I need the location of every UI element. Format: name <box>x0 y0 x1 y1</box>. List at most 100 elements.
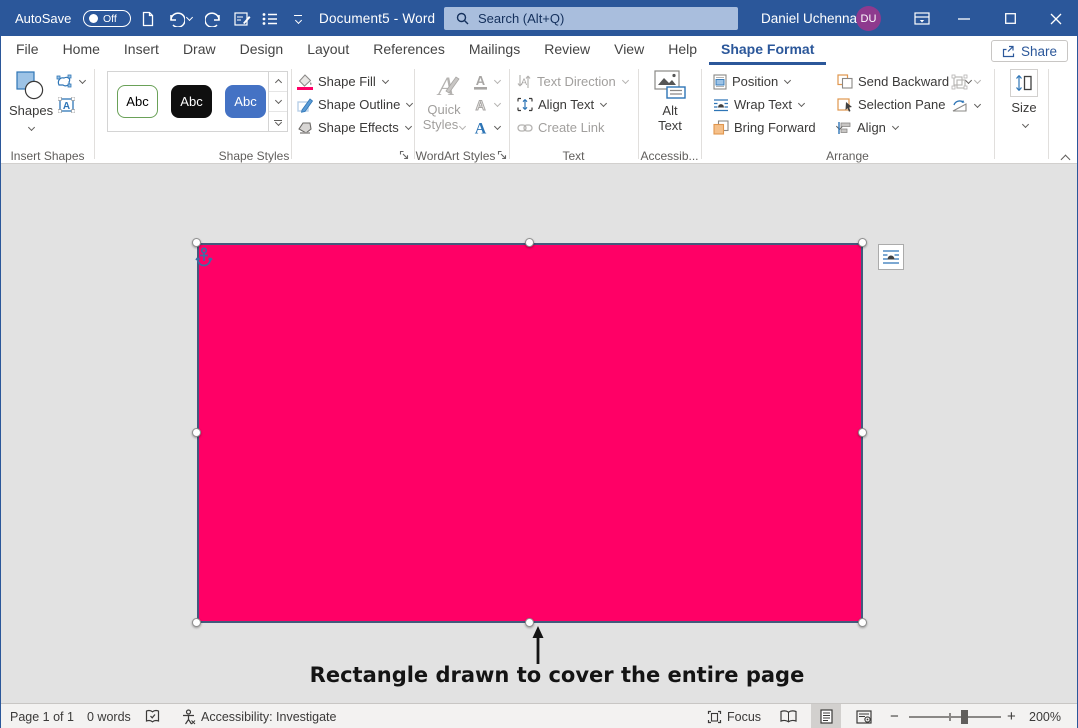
selection-pane-button[interactable]: Selection Pane <box>837 96 945 113</box>
tab-draw[interactable]: Draw <box>171 36 228 65</box>
group-label-text: Text <box>509 149 638 163</box>
shape-outline-button[interactable]: Shape Outline <box>297 96 412 113</box>
tab-view[interactable]: View <box>602 36 656 65</box>
tab-review[interactable]: Review <box>532 36 602 65</box>
text-fill-button[interactable]: A <box>473 73 500 90</box>
layout-options-button[interactable] <box>878 244 904 270</box>
handle-top-right[interactable] <box>858 238 867 247</box>
anchor-icon <box>195 247 213 267</box>
svg-text:A: A <box>475 97 485 113</box>
ribbon: Shapes A Insert Shapes Abc Abc Abc Shape… <box>1 65 1077 164</box>
gallery-scroll-down-button[interactable] <box>269 92 287 112</box>
group-separator <box>1048 69 1049 159</box>
shape-style-preset-1[interactable]: Abc <box>117 85 158 118</box>
maximize-button[interactable] <box>987 1 1033 36</box>
handle-bottom-right[interactable] <box>858 618 867 627</box>
bullets-icon[interactable] <box>257 1 283 36</box>
zoom-in-button[interactable]: + <box>1007 704 1016 728</box>
document-canvas[interactable]: Rectangle drawn to cover the entire page <box>1 164 1077 703</box>
search-bar[interactable] <box>444 7 738 30</box>
handle-bottom-left[interactable] <box>192 618 201 627</box>
align-text-button[interactable]: Align Text <box>517 96 606 113</box>
svg-text:A: A <box>63 101 70 112</box>
tab-shape-format[interactable]: Shape Format <box>709 36 826 65</box>
focus-button[interactable]: Focus <box>707 704 761 728</box>
tab-home[interactable]: Home <box>51 36 112 65</box>
gallery-more-button[interactable] <box>269 112 287 132</box>
tab-layout[interactable]: Layout <box>295 36 361 65</box>
tab-references[interactable]: References <box>361 36 457 65</box>
shape-style-preset-2[interactable]: Abc <box>171 85 212 118</box>
zoom-slider[interactable] <box>909 716 1001 718</box>
tab-help[interactable]: Help <box>656 36 709 65</box>
read-mode-button[interactable] <box>773 704 803 728</box>
position-button[interactable]: Position <box>713 73 790 90</box>
create-link-button[interactable]: Create Link <box>517 119 604 136</box>
qat-overflow-icon[interactable] <box>285 1 311 36</box>
size-button[interactable]: Size <box>1000 69 1048 130</box>
tab-design[interactable]: Design <box>228 36 296 65</box>
zoom-level[interactable]: 200% <box>1029 704 1061 728</box>
wordart-dialog-launcher-icon[interactable] <box>497 150 508 161</box>
title-bar: AutoSave Off Document5 - Word Da <box>1 1 1077 36</box>
wrap-text-button[interactable]: Wrap Text <box>713 96 804 113</box>
search-input[interactable] <box>478 11 708 26</box>
selection-pane-icon <box>837 97 853 112</box>
page-indicator[interactable]: Page 1 of 1 <box>10 704 74 728</box>
word-window: AutoSave Off Document5 - Word Da <box>0 0 1078 728</box>
align-objects-icon <box>837 121 852 135</box>
text-effects-button[interactable]: A <box>473 119 500 136</box>
accessibility-status[interactable]: Accessibility: Investigate <box>181 704 336 728</box>
zoom-out-button[interactable]: − <box>890 704 899 728</box>
ribbon-display-options-icon[interactable] <box>899 1 945 36</box>
send-backward-label: Send Backward <box>858 74 949 89</box>
tab-insert[interactable]: Insert <box>112 36 171 65</box>
redo-button[interactable] <box>201 1 227 36</box>
document-title: Document5 - Word <box>319 1 435 36</box>
text-box-button[interactable]: A <box>58 96 75 113</box>
edit-shape-icon <box>56 74 73 89</box>
new-file-icon[interactable] <box>135 1 161 36</box>
share-button[interactable]: Share <box>991 40 1068 62</box>
position-label: Position <box>732 74 778 89</box>
autosave-toggle[interactable]: Off <box>83 10 131 27</box>
shape-style-preset-3[interactable]: Abc <box>225 85 266 118</box>
size-label: Size <box>1000 100 1048 115</box>
rotate-objects-button[interactable] <box>951 97 980 114</box>
tab-file[interactable]: File <box>4 36 51 65</box>
word-count[interactable]: 0 words <box>87 704 131 728</box>
gallery-scroll-up-button[interactable] <box>269 72 287 92</box>
handle-top-center[interactable] <box>525 238 534 247</box>
text-direction-button[interactable]: A Text Direction <box>517 73 628 90</box>
text-outline-button[interactable]: A <box>473 96 500 113</box>
zoom-slider-thumb[interactable] <box>961 710 968 724</box>
proofing-icon[interactable] <box>145 704 160 728</box>
group-objects-button[interactable] <box>951 73 980 90</box>
shape-fill-button[interactable]: Shape Fill <box>297 73 388 90</box>
edit-shape-button[interactable] <box>56 73 85 90</box>
handle-middle-right[interactable] <box>858 428 867 437</box>
undo-button[interactable] <box>161 1 197 36</box>
handle-middle-left[interactable] <box>192 428 201 437</box>
close-button[interactable] <box>1033 1 1078 36</box>
avatar[interactable]: DU <box>856 6 881 31</box>
edit-icon[interactable] <box>229 1 255 36</box>
shape-effects-button[interactable]: Shape Effects <box>297 119 411 136</box>
text-direction-icon: A <box>517 74 532 89</box>
align-text-label: Align Text <box>538 97 594 112</box>
minimize-button[interactable] <box>941 1 987 36</box>
align-button[interactable]: Align <box>837 119 898 136</box>
alt-text-icon <box>653 70 687 100</box>
tab-mailings[interactable]: Mailings <box>457 36 532 65</box>
bring-forward-button[interactable]: Bring Forward <box>713 119 842 136</box>
selected-rectangle-shape[interactable] <box>197 243 863 623</box>
collapse-ribbon-icon[interactable] <box>1061 155 1071 165</box>
print-layout-button[interactable] <box>811 704 841 728</box>
quick-styles-button[interactable]: A Quick Styles <box>420 71 468 132</box>
shapes-button[interactable]: Shapes <box>9 71 51 133</box>
alt-text-button[interactable]: Alt Text <box>645 70 695 133</box>
user-name[interactable]: Daniel Uchenna <box>761 1 857 36</box>
web-layout-button[interactable] <box>849 704 879 728</box>
handle-top-left[interactable] <box>192 238 201 247</box>
search-icon <box>456 12 469 25</box>
